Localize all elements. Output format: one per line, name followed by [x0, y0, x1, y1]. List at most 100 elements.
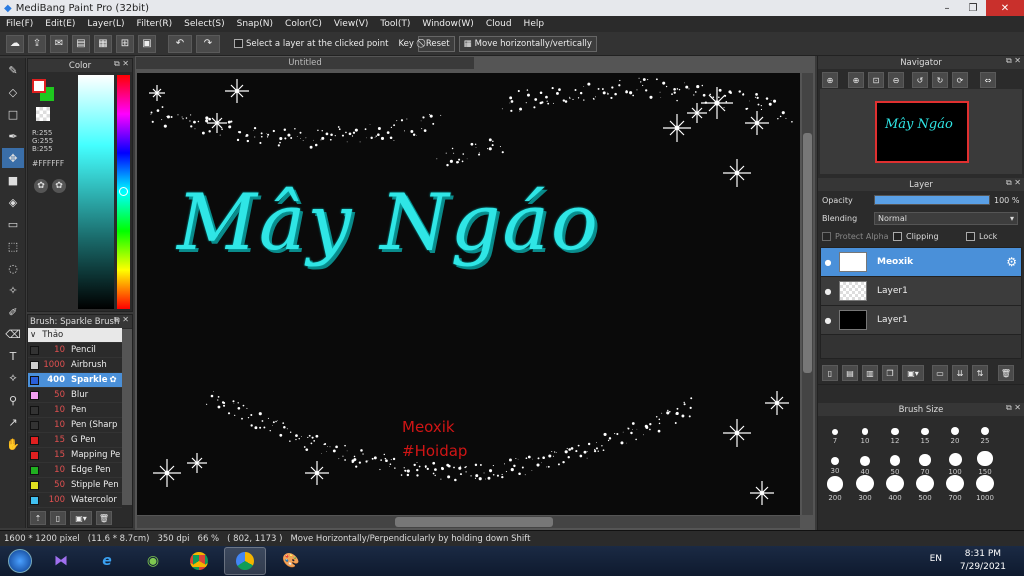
brush-size-option[interactable]: 20	[940, 420, 970, 450]
brush-tool-icon[interactable]: ✎	[2, 60, 24, 80]
zoom-actual-icon[interactable]: ⊡	[868, 72, 884, 88]
new-8bit-layer-icon[interactable]: ▥	[862, 365, 878, 381]
visibility-icon[interactable]: ●	[821, 316, 835, 325]
brush-size-option[interactable]: 1000	[970, 475, 1000, 502]
new-halftone-layer-icon[interactable]: ▤	[842, 365, 858, 381]
brush-size-option[interactable]: 50	[880, 450, 910, 476]
share-icon[interactable]: ⇪	[28, 34, 46, 53]
canvas-vertical-scrollbar[interactable]	[802, 73, 813, 515]
canvas-tab[interactable]: Untitled	[135, 56, 475, 70]
brush-size-option[interactable]: 150	[970, 450, 1000, 476]
chrome-icon[interactable]	[178, 547, 220, 575]
system-clock[interactable]: 8:31 PM 7/29/2021	[960, 548, 1006, 574]
select-layer-option[interactable]: Select a layer at the clicked point	[234, 39, 388, 49]
menu-edit[interactable]: Edit(E)	[39, 19, 81, 29]
brush-size-option[interactable]: 40	[850, 450, 880, 476]
delete-layer-icon[interactable]: 🗑	[998, 365, 1014, 381]
menu-layer[interactable]: Layer(L)	[81, 19, 130, 29]
move-hv-button[interactable]: ▦ Move horizontally/vertically	[458, 35, 597, 52]
lasso-tool-icon[interactable]: ◌	[2, 258, 24, 278]
zoom-in-icon[interactable]: ⊕	[822, 72, 838, 88]
opacity-slider[interactable]	[874, 195, 990, 205]
eraser-tool-icon[interactable]: ◇	[2, 82, 24, 102]
visibility-icon[interactable]: ●	[821, 287, 835, 296]
navigator-preview[interactable]: Mây Ngáo	[820, 89, 1022, 174]
cloud-icon[interactable]: ☁	[6, 34, 24, 53]
undo-icon[interactable]: ↶	[168, 34, 192, 53]
brush-list-item[interactable]: 50 Blur	[28, 388, 122, 403]
layer-row[interactable]: ● Layer1	[821, 277, 1021, 306]
brush-size-option[interactable]: 200	[820, 476, 850, 502]
lock-checkbox[interactable]	[966, 231, 975, 241]
horizontal-scroll-thumb[interactable]	[395, 517, 553, 527]
rectangle-tool-icon[interactable]: □	[2, 104, 24, 124]
panel-close-icon[interactable]: ⧉ ✕	[1006, 403, 1021, 413]
panel-close-icon[interactable]: ⧉ ✕	[114, 59, 129, 69]
gear-icon[interactable]: ⚙	[1006, 255, 1017, 269]
paint-icon[interactable]: 🎨	[270, 547, 312, 575]
clipping-checkbox[interactable]	[893, 231, 902, 241]
coccoc-browser-icon[interactable]: ◉	[132, 547, 174, 575]
brush-group-header[interactable]: ∨ Thảo	[28, 328, 122, 343]
menu-cloud[interactable]: Cloud	[480, 19, 518, 29]
hand-tool-icon[interactable]: ✋	[2, 434, 24, 454]
select-pen-icon[interactable]: ✐	[2, 302, 24, 322]
close-button[interactable]: ✕	[986, 0, 1024, 16]
folder-icon[interactable]: ▭	[932, 365, 948, 381]
brush-size-option[interactable]: 15	[910, 420, 940, 450]
layer-row[interactable]: ● Meoxik ⚙	[821, 248, 1021, 277]
zoom-fit-icon[interactable]: ⊕	[848, 72, 864, 88]
protect-alpha-checkbox[interactable]	[822, 231, 831, 241]
merge-down-icon[interactable]: ⇊	[952, 365, 968, 381]
menu-file[interactable]: File(F)	[0, 19, 39, 29]
layer-transfer-icon[interactable]: ⇅	[972, 365, 988, 381]
brush-size-option[interactable]: 10	[850, 420, 880, 450]
pen-tool-icon[interactable]: ✒	[2, 126, 24, 146]
fill-shape-icon[interactable]: ■	[2, 170, 24, 190]
brush-list-item[interactable]: 15 G Pen	[28, 433, 122, 448]
menu-filter[interactable]: Filter(R)	[131, 19, 179, 29]
move-tool-icon[interactable]: ✥	[2, 148, 24, 168]
eyedropper-icon[interactable]: ⚲	[2, 390, 24, 410]
magic-wand-icon[interactable]: ✧	[2, 280, 24, 300]
brush-size-option[interactable]: 400	[880, 475, 910, 502]
brush-list-scrollbar[interactable]	[122, 329, 132, 505]
menu-snap[interactable]: Snap(N)	[231, 19, 279, 29]
brush-list-item[interactable]: 10 Edge Pen	[28, 463, 122, 478]
menu-tool[interactable]: Tool(T)	[374, 19, 416, 29]
visual-studio-icon[interactable]: ⧓	[40, 547, 82, 575]
brush-size-option[interactable]: 100	[940, 450, 970, 476]
brush-list-item[interactable]: 15 Mapping Pe	[28, 448, 122, 463]
start-button[interactable]	[0, 546, 40, 576]
brush-size-option[interactable]: 500	[910, 475, 940, 502]
chat-icon[interactable]: ▤	[72, 34, 90, 53]
language-indicator[interactable]: EN	[930, 554, 942, 564]
hue-slider-handle[interactable]	[119, 187, 128, 196]
saturation-value-picker[interactable]	[78, 75, 114, 309]
select-tool-icon[interactable]: ⬚	[2, 236, 24, 256]
flip-icon[interactable]: ⇔	[980, 72, 996, 88]
foreground-color-swatch[interactable]	[32, 79, 46, 93]
zoom-out-icon[interactable]: ⊖	[888, 72, 904, 88]
duplicate-layer-icon[interactable]: ❐	[882, 365, 898, 381]
brush-list-item[interactable]: 50 Stipple Pen	[28, 478, 122, 493]
brush-size-option[interactable]: 300	[850, 475, 880, 502]
delete-brush-icon[interactable]: 🗑	[96, 511, 112, 525]
panel-close-icon[interactable]: ⧉ ✕	[1006, 56, 1021, 66]
palette-add-icon[interactable]: ✿	[52, 179, 66, 193]
vertical-scroll-thumb[interactable]	[803, 133, 812, 373]
document-icon[interactable]: ▦	[94, 34, 112, 53]
select-layer-checkbox[interactable]	[234, 39, 243, 48]
restore-button[interactable]: ❐	[960, 0, 986, 16]
page-icon[interactable]: ▣	[138, 34, 156, 53]
brush-list-item[interactable]: 1000 Airbrush	[28, 358, 122, 373]
bucket-tool-icon[interactable]: ◈	[2, 192, 24, 212]
new-layer-icon[interactable]: ▯	[822, 365, 838, 381]
minimize-button[interactable]: –	[934, 0, 960, 16]
panel-close-icon[interactable]: ⧉ ✕	[1006, 178, 1021, 188]
add-brush-icon[interactable]: ▣▾	[70, 511, 92, 525]
brush-list-item[interactable]: 100 Watercolor	[28, 493, 122, 508]
menu-window[interactable]: Window(W)	[416, 19, 479, 29]
brush-size-option[interactable]: 70	[910, 450, 940, 476]
gear-icon[interactable]: ✿	[109, 375, 116, 385]
